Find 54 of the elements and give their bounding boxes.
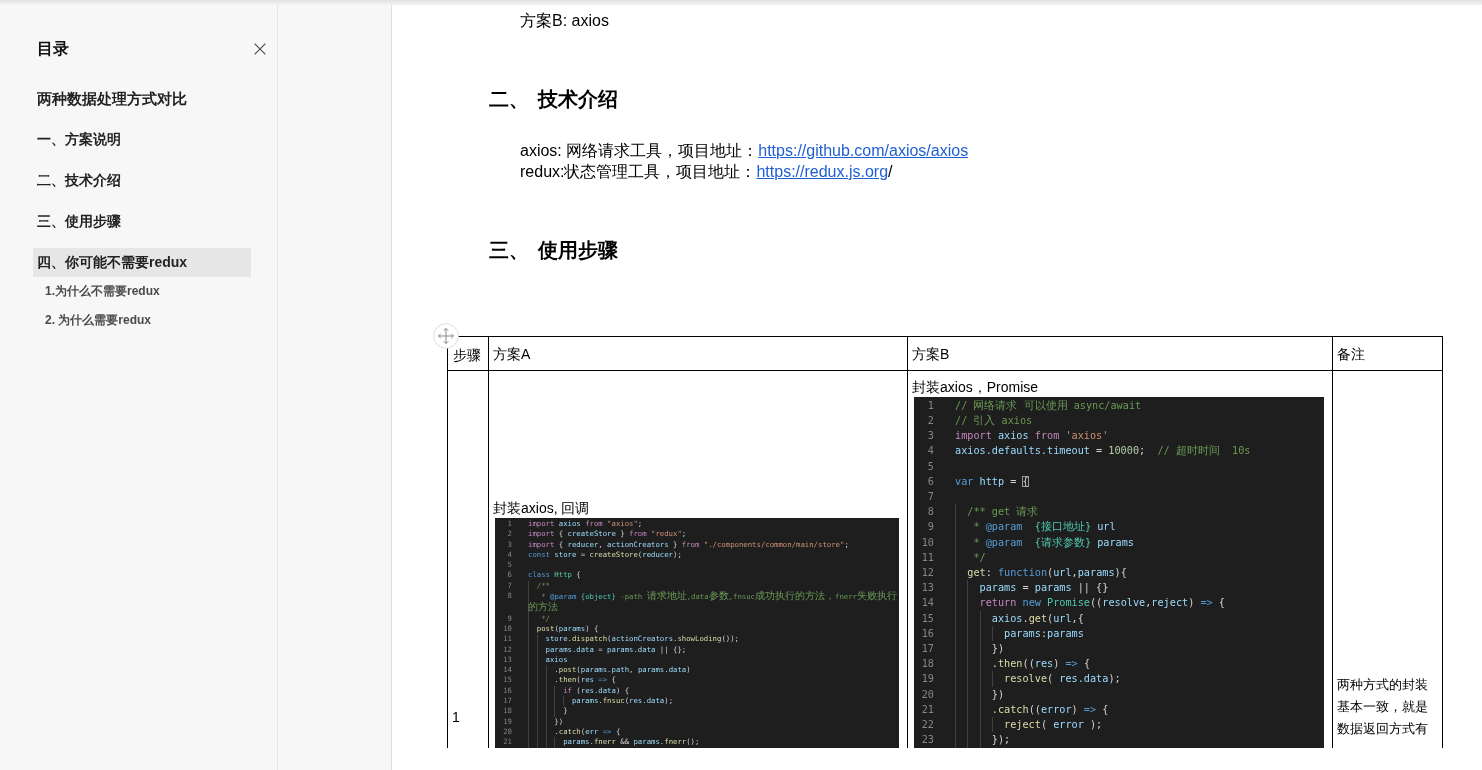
table-header-cell: 方案A xyxy=(488,336,908,371)
table-header-cell: 步骤 xyxy=(447,336,489,371)
link[interactable]: https://redux.js.org xyxy=(756,162,889,180)
close-icon[interactable] xyxy=(254,43,266,55)
code-line: // 网络请求 可以使用 async/await xyxy=(955,397,1143,414)
line-number: 20 xyxy=(920,687,934,702)
line-number: 8 xyxy=(926,505,934,520)
section-title: 使用步骤 xyxy=(538,238,618,263)
section-title: 技术介绍 xyxy=(538,87,618,112)
code-line: axios.defaults.timeout = 10000; // 超时时间 10s xyxy=(955,443,1252,459)
line-number: 21 xyxy=(920,702,934,717)
link[interactable]: https://github.com/axios/axios xyxy=(758,141,969,159)
line-number: 4 xyxy=(926,444,934,459)
move-handle-icon[interactable] xyxy=(433,323,459,349)
code-line: // 引入 axios xyxy=(955,413,1034,429)
toc-item[interactable]: 三、使用步骤 xyxy=(33,206,251,236)
line-number: 19 xyxy=(920,672,934,687)
toc-subitem[interactable]: 1.为什么不需要redux xyxy=(33,276,251,306)
line-number: 17 xyxy=(920,642,934,657)
line-number: 16 xyxy=(920,626,934,641)
toc-title: 目录 xyxy=(37,39,69,59)
toc-item[interactable]: 四、你可能不需要redux xyxy=(33,247,251,277)
table-header-cell: 方案B xyxy=(907,336,1333,371)
line-number: 23 xyxy=(920,733,934,748)
line-number: 12 xyxy=(920,566,934,581)
table-header-cell: 备注 xyxy=(1332,336,1443,371)
line-number: 11 xyxy=(920,550,934,565)
code-caption: 封装axios, 回调 xyxy=(493,498,591,518)
toc-item[interactable]: 两种数据处理方式对比 xyxy=(33,83,251,113)
line-number: 13 xyxy=(920,581,934,596)
toc-subitem[interactable]: 2. 为什么需要redux xyxy=(33,305,251,335)
line-number: 15 xyxy=(920,611,934,626)
code-line: import axios from 'axios' xyxy=(955,429,1110,444)
line-number: 1 xyxy=(926,398,934,413)
body-text: 方案B: axios xyxy=(520,10,610,31)
line-number: 7 xyxy=(926,490,934,505)
toc-item[interactable]: 一、方案说明 xyxy=(33,124,251,154)
line-number: 2 xyxy=(926,414,934,429)
line-number: 10 xyxy=(920,535,934,550)
toc-item[interactable]: 二、技术介绍 xyxy=(33,165,251,195)
line-number: 9 xyxy=(926,520,934,535)
line-number: 6 xyxy=(926,474,934,489)
line-number: 3 xyxy=(926,429,934,444)
paragraph-line: redux:状态管理工具，项目地址：https://redux.js.org/ xyxy=(520,161,894,182)
code-line: var http = { xyxy=(955,474,1030,489)
line-number: 5 xyxy=(926,459,934,474)
section-number: 二、 xyxy=(489,87,529,112)
line-number: 14 xyxy=(920,596,934,611)
paragraph-line: axios: 网络请求工具，项目地址：https://github.com/axios/axios xyxy=(520,140,970,161)
table-cell: 1 xyxy=(447,370,489,748)
line-number: 22 xyxy=(920,718,934,733)
section-number: 三、 xyxy=(489,238,529,263)
line-number: 18 xyxy=(920,657,934,672)
code-caption: 封装axios，Promise xyxy=(912,377,1040,397)
